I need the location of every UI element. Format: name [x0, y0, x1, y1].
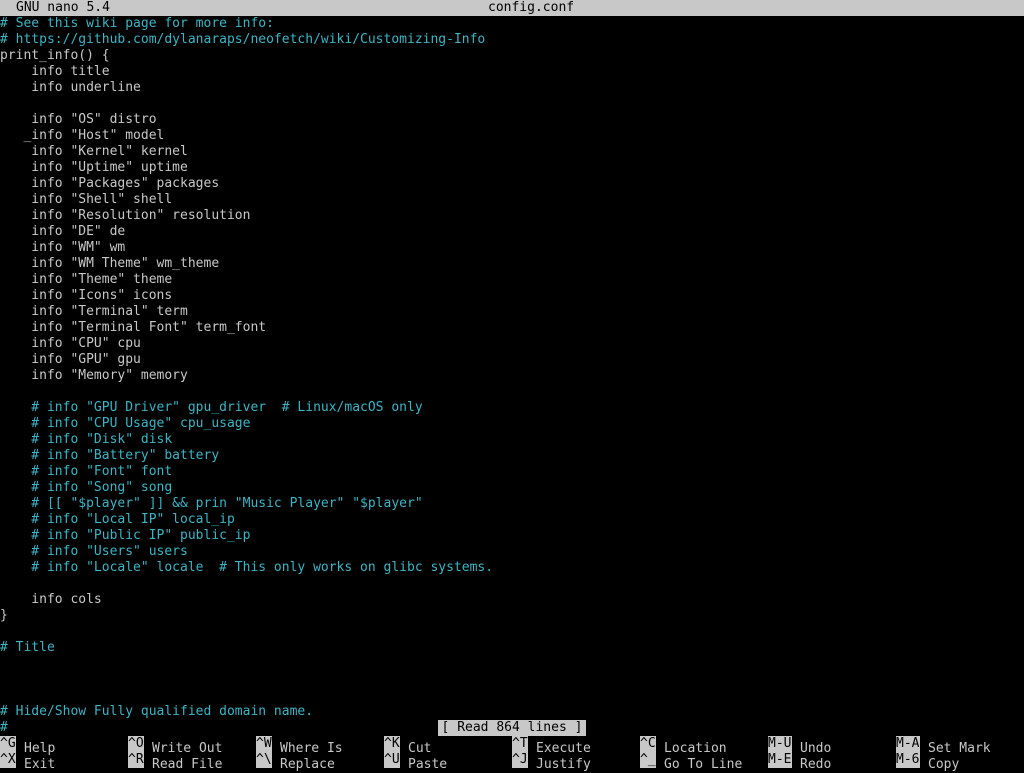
- editor-line[interactable]: info "WM" wm: [0, 240, 1024, 256]
- editor-line[interactable]: # info "Song" song: [0, 480, 1024, 496]
- editor-line[interactable]: # Hide/Show Fully qualified domain name.: [0, 704, 1024, 720]
- editor-line[interactable]: print_info() {: [0, 48, 1024, 64]
- editor-line[interactable]: # info "Local IP" local_ip: [0, 512, 1024, 528]
- editor-line[interactable]: # info "CPU Usage" cpu_usage: [0, 416, 1024, 432]
- editor-line[interactable]: info "Terminal Font" term_font: [0, 320, 1024, 336]
- shortcut-key: ^_: [640, 752, 656, 768]
- shortcut-redo[interactable]: M-E Redo: [768, 752, 831, 772]
- editor-line[interactable]: [0, 688, 1024, 704]
- editor-line[interactable]: [0, 656, 1024, 672]
- editor-line[interactable]: # info "Locale" locale # This only works…: [0, 560, 1024, 576]
- shortcut-paste[interactable]: ^U Paste: [384, 752, 447, 772]
- editor-line[interactable]: [0, 96, 1024, 112]
- editor-line[interactable]: # info "GPU Driver" gpu_driver # Linux/m…: [0, 400, 1024, 416]
- file-name: config.conf: [488, 0, 575, 15]
- editor-line[interactable]: info cols: [0, 592, 1024, 608]
- shortcut-location[interactable]: ^C Location: [640, 736, 727, 756]
- shortcut-key: ^J: [512, 752, 528, 768]
- editor-line[interactable]: info "CPU" cpu: [0, 336, 1024, 352]
- shortcut-label: Copy: [928, 757, 960, 772]
- editor-line[interactable]: # See this wiki page for more info:: [0, 16, 1024, 32]
- editor-line[interactable]: info "Theme" theme: [0, 272, 1024, 288]
- status-bar: [ Read 864 lines ]: [0, 720, 1024, 736]
- editor-line[interactable]: }: [0, 608, 1024, 624]
- shortcut-label: Paste: [408, 757, 448, 772]
- shortcut-label: Go To Line: [664, 757, 743, 772]
- shortcut-undo[interactable]: M-U Undo: [768, 736, 831, 756]
- shortcut-go-to-line[interactable]: ^_ Go To Line: [640, 752, 742, 772]
- shortcut-copy[interactable]: M-6 Copy: [896, 752, 959, 772]
- shortcut-execute[interactable]: ^T Execute: [512, 736, 591, 756]
- shortcut-key: ^C: [640, 736, 656, 752]
- shortcut-label: Redo: [800, 757, 832, 772]
- shortcut-justify[interactable]: ^J Justify: [512, 752, 591, 772]
- editor-line[interactable]: [0, 672, 1024, 688]
- shortcut-key: ^T: [512, 736, 528, 752]
- nano-title-bar: GNU nano 5.4 config.conf: [0, 0, 1024, 16]
- editor-line[interactable]: # info "Users" users: [0, 544, 1024, 560]
- shortcut-label: Justify: [536, 757, 591, 772]
- shortcut-key: ^O: [128, 736, 144, 752]
- shortcut-cut[interactable]: ^K Cut: [384, 736, 431, 756]
- editor-line[interactable]: # info "Font" font: [0, 464, 1024, 480]
- terminal-screen: GNU nano 5.4 config.conf # See this wiki…: [0, 0, 1024, 772]
- editor-line[interactable]: # info "Battery" battery: [0, 448, 1024, 464]
- editor-line[interactable]: [0, 384, 1024, 400]
- shortcut-label: Replace: [280, 757, 335, 772]
- editor-line[interactable]: info "Uptime" uptime: [0, 160, 1024, 176]
- editor-line[interactable]: info title: [0, 64, 1024, 80]
- editor-line[interactable]: info underline: [0, 80, 1024, 96]
- shortcut-set-mark[interactable]: M-A Set Mark: [896, 736, 991, 756]
- shortcut-read-file[interactable]: ^R Read File: [128, 752, 222, 772]
- editor-line[interactable]: [0, 576, 1024, 592]
- shortcut-key: M-E: [768, 752, 792, 768]
- editor-line[interactable]: [0, 624, 1024, 640]
- editor-line[interactable]: info "Icons" icons: [0, 288, 1024, 304]
- editor-line[interactable]: # info "Disk" disk: [0, 432, 1024, 448]
- shortcut-where-is[interactable]: ^W Where Is: [256, 736, 343, 756]
- editor-line[interactable]: info "Resolution" resolution: [0, 208, 1024, 224]
- shortcut-key: ^\: [256, 752, 272, 768]
- shortcut-replace[interactable]: ^\ Replace: [256, 752, 335, 772]
- shortcut-write-out[interactable]: ^O Write Out: [128, 736, 222, 756]
- editor-line[interactable]: info "DE" de: [0, 224, 1024, 240]
- app-version: GNU nano 5.4: [16, 0, 110, 15]
- editor-line[interactable]: info "Terminal" term: [0, 304, 1024, 320]
- shortcut-key: ^K: [384, 736, 400, 752]
- shortcut-key: ^W: [256, 736, 272, 752]
- shortcut-key: ^X: [0, 752, 16, 768]
- editor-line[interactable]: # info "Public IP" public_ip: [0, 528, 1024, 544]
- shortcut-label: Exit: [24, 757, 56, 772]
- shortcut-bar: ^G Help ^X Exit ^O Write Out ^R Read File ^W Wher…: [0, 736, 1024, 772]
- shortcut-key: ^U: [384, 752, 400, 768]
- editor-line[interactable]: # Title: [0, 640, 1024, 656]
- editor-line[interactable]: _info "Host" model: [0, 128, 1024, 144]
- editor-line[interactable]: # [[ "$player" ]] && prin "Music Player"…: [0, 496, 1024, 512]
- shortcut-key: M-6: [896, 752, 920, 768]
- editor-buffer[interactable]: # See this wiki page for more info: # htt…: [0, 16, 1024, 736]
- editor-line[interactable]: info "Shell" shell: [0, 192, 1024, 208]
- shortcut-key: ^G: [0, 736, 16, 752]
- editor-line[interactable]: info "Kernel" kernel: [0, 144, 1024, 160]
- status-message: [ Read 864 lines ]: [437, 720, 587, 736]
- shortcut-key: ^R: [128, 752, 144, 768]
- editor-line[interactable]: info "OS" distro: [0, 112, 1024, 128]
- editor-line[interactable]: info "Memory" memory: [0, 368, 1024, 384]
- shortcut-key: M-A: [896, 736, 920, 752]
- shortcut-help[interactable]: ^G Help: [0, 736, 55, 756]
- editor-line[interactable]: info "Packages" packages: [0, 176, 1024, 192]
- editor-line[interactable]: info "GPU" gpu: [0, 352, 1024, 368]
- shortcut-label: Read File: [152, 757, 223, 772]
- editor-line[interactable]: # https://github.com/dylanaraps/neofetch…: [0, 32, 1024, 48]
- editor-line[interactable]: info "WM Theme" wm_theme: [0, 256, 1024, 272]
- shortcut-exit[interactable]: ^X Exit: [0, 752, 55, 772]
- shortcut-key: M-U: [768, 736, 792, 752]
